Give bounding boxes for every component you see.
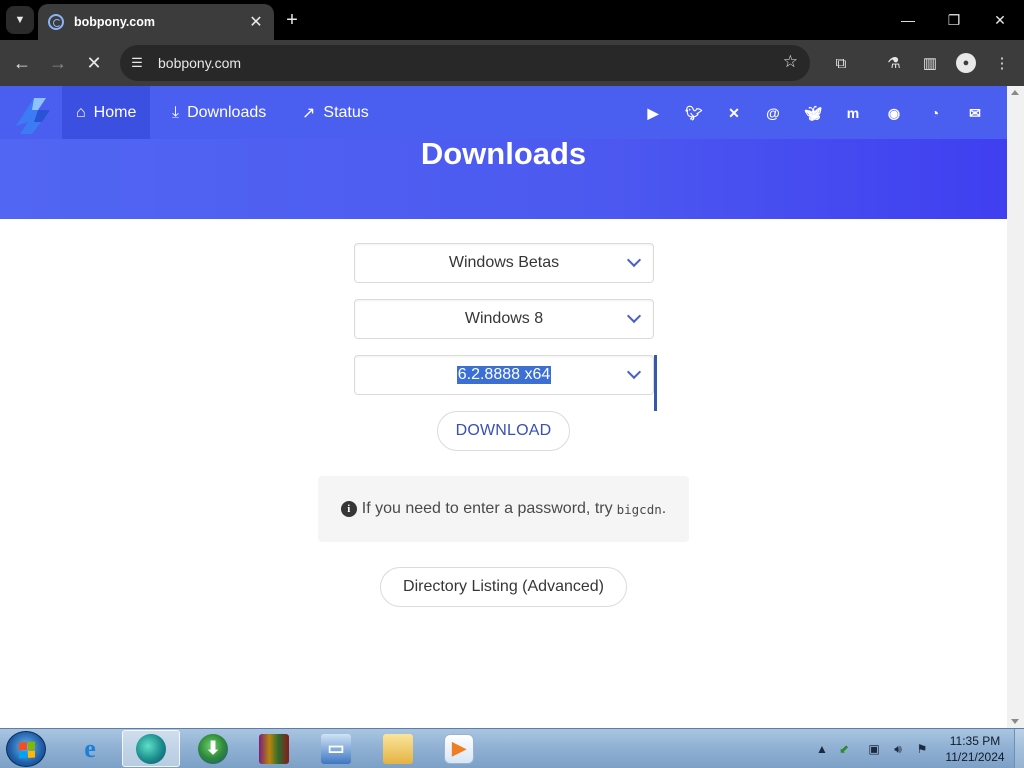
category-select[interactable]: Windows Betas [354,243,654,283]
volume-icon[interactable]: 🔊︎ [890,741,906,757]
system-clock[interactable]: 11:35 PM 11/21/2024 [940,733,1010,765]
mastodon-icon[interactable]: m [843,103,863,123]
arrow-right-icon[interactable]: → [44,49,72,77]
nav-status[interactable]: ↗ Status [288,86,383,139]
chart-line-icon: ↗ [302,104,316,122]
network-computer-icon[interactable]: ▭ [307,730,365,767]
site-favicon-icon [48,14,64,30]
focus-indicator [654,355,657,411]
internet-explorer-icon[interactable]: e [61,730,119,767]
file-explorer-icon[interactable] [369,730,427,767]
github-icon[interactable]: ◔ [925,103,945,123]
chevron-down-icon[interactable]: ▼ [6,6,34,34]
browser-toolbar: ← → ✕ ☰ bobpony.com ☆ ⧉ ⚗ ▥ ● ⋮ [0,40,1024,86]
stop-loading-icon[interactable]: ✕ [80,49,108,77]
more-vert-icon[interactable]: ⋮ [990,51,1014,75]
profile-icon[interactable]: ● [954,51,978,75]
star-icon[interactable]: ☆ [783,52,798,72]
bluesky-icon[interactable]: 🦋︎ [803,103,823,123]
clock-date: 11/21/2024 [945,750,1005,764]
download-icon: ⤓ [172,103,180,121]
media-player-icon[interactable]: ▶ [430,730,488,767]
show-desktop-button[interactable] [1014,729,1024,768]
password-notice: i If you need to enter a password, try b… [318,476,689,542]
nav-status-label: Status [323,103,369,121]
address-bar[interactable]: ☰ bobpony.com ☆ [120,45,810,81]
build-select-value: 6.2.8888 x64 [456,366,552,384]
notice-text: If you need to enter a password, try [361,500,613,517]
taskbar: e ⬇ ▭ ▶ ▲ ⬋ ▣ 🔊︎ ⚑ 11:35 PM 11/21/2024 [0,728,1024,768]
chevron-down-icon [626,364,642,380]
info-icon: i [340,501,357,517]
url-text[interactable]: bobpony.com [158,55,241,71]
notice-suffix: . [661,500,667,517]
site-logo[interactable] [12,92,60,136]
browser-icon[interactable] [122,730,180,767]
x-icon[interactable]: ✕ [724,103,744,123]
minimize-icon[interactable]: — [888,6,928,34]
side-panel-icon[interactable]: ▥ [918,51,942,75]
clock-time: 11:35 PM [949,734,1001,748]
nav-downloads-label: Downloads [187,103,267,121]
arrow-left-icon[interactable]: ← [8,49,36,77]
restore-icon[interactable]: ❐ [934,6,974,34]
twitter-icon[interactable]: 🐦︎ [684,103,704,123]
close-icon[interactable]: ✕ [244,10,268,34]
category-select-value: Windows Betas [448,254,560,271]
nav-home[interactable]: ⌂ Home [62,86,151,139]
chevron-down-icon [626,308,642,324]
scroll-down-icon[interactable] [1011,719,1019,724]
download-tray-icon[interactable]: ⬋ [836,741,852,757]
discord-icon[interactable]: ◉ [884,103,904,123]
network-icon[interactable]: ▣ [866,741,882,757]
email-icon[interactable]: ✉ [965,103,985,123]
hero-banner: ⌂ Home ⤓ Downloads ↗ Status ▶ 🐦︎ ✕ @ 🦋︎ … [0,86,1007,219]
start-button[interactable] [6,731,46,767]
threads-icon[interactable]: @ [763,103,783,123]
nav-home-label: Home [93,103,137,121]
tune-icon[interactable]: ☰ [126,52,148,74]
build-select[interactable]: 6.2.8888 x64 [354,355,654,395]
chevron-down-icon [626,252,642,268]
tab-title: bobpony.com [74,15,156,29]
download-manager-icon[interactable]: ⬇ [184,730,242,767]
winrar-icon[interactable] [245,730,303,767]
os-select[interactable]: Windows 8 [354,299,654,339]
puzzle-icon[interactable]: ⧉ [829,51,853,75]
plus-icon[interactable]: + [280,8,304,32]
windows-logo-icon [19,741,35,759]
action-center-flag-icon[interactable]: ⚑ [914,741,930,757]
site-navbar: ⌂ Home ⤓ Downloads ↗ Status ▶ 🐦︎ ✕ @ 🦋︎ … [0,86,1007,139]
web-page: ⌂ Home ⤓ Downloads ↗ Status ▶ 🐦︎ ✕ @ 🦋︎ … [0,86,1007,728]
close-window-icon[interactable]: ✕ [980,6,1020,34]
directory-listing-button[interactable]: Directory Listing (Advanced) [380,567,627,607]
page-scrollbar[interactable] [1007,86,1024,728]
flask-icon[interactable]: ⚗ [882,51,906,75]
home-icon: ⌂ [76,103,86,121]
password-code: bigcdn [616,501,662,517]
os-select-value: Windows 8 [464,310,544,327]
youtube-icon[interactable]: ▶ [643,103,663,123]
download-button[interactable]: DOWNLOAD [437,411,570,451]
show-hidden-icons-icon[interactable]: ▲ [814,741,830,757]
browser-tab[interactable]: bobpony.com ✕ [38,4,274,40]
nav-downloads[interactable]: ⤓ Downloads [158,86,280,139]
browser-titlebar: ▼ bobpony.com ✕ + — ❐ ✕ [0,0,1024,40]
page-title: Downloads [420,136,587,171]
scroll-up-icon[interactable] [1011,90,1019,95]
